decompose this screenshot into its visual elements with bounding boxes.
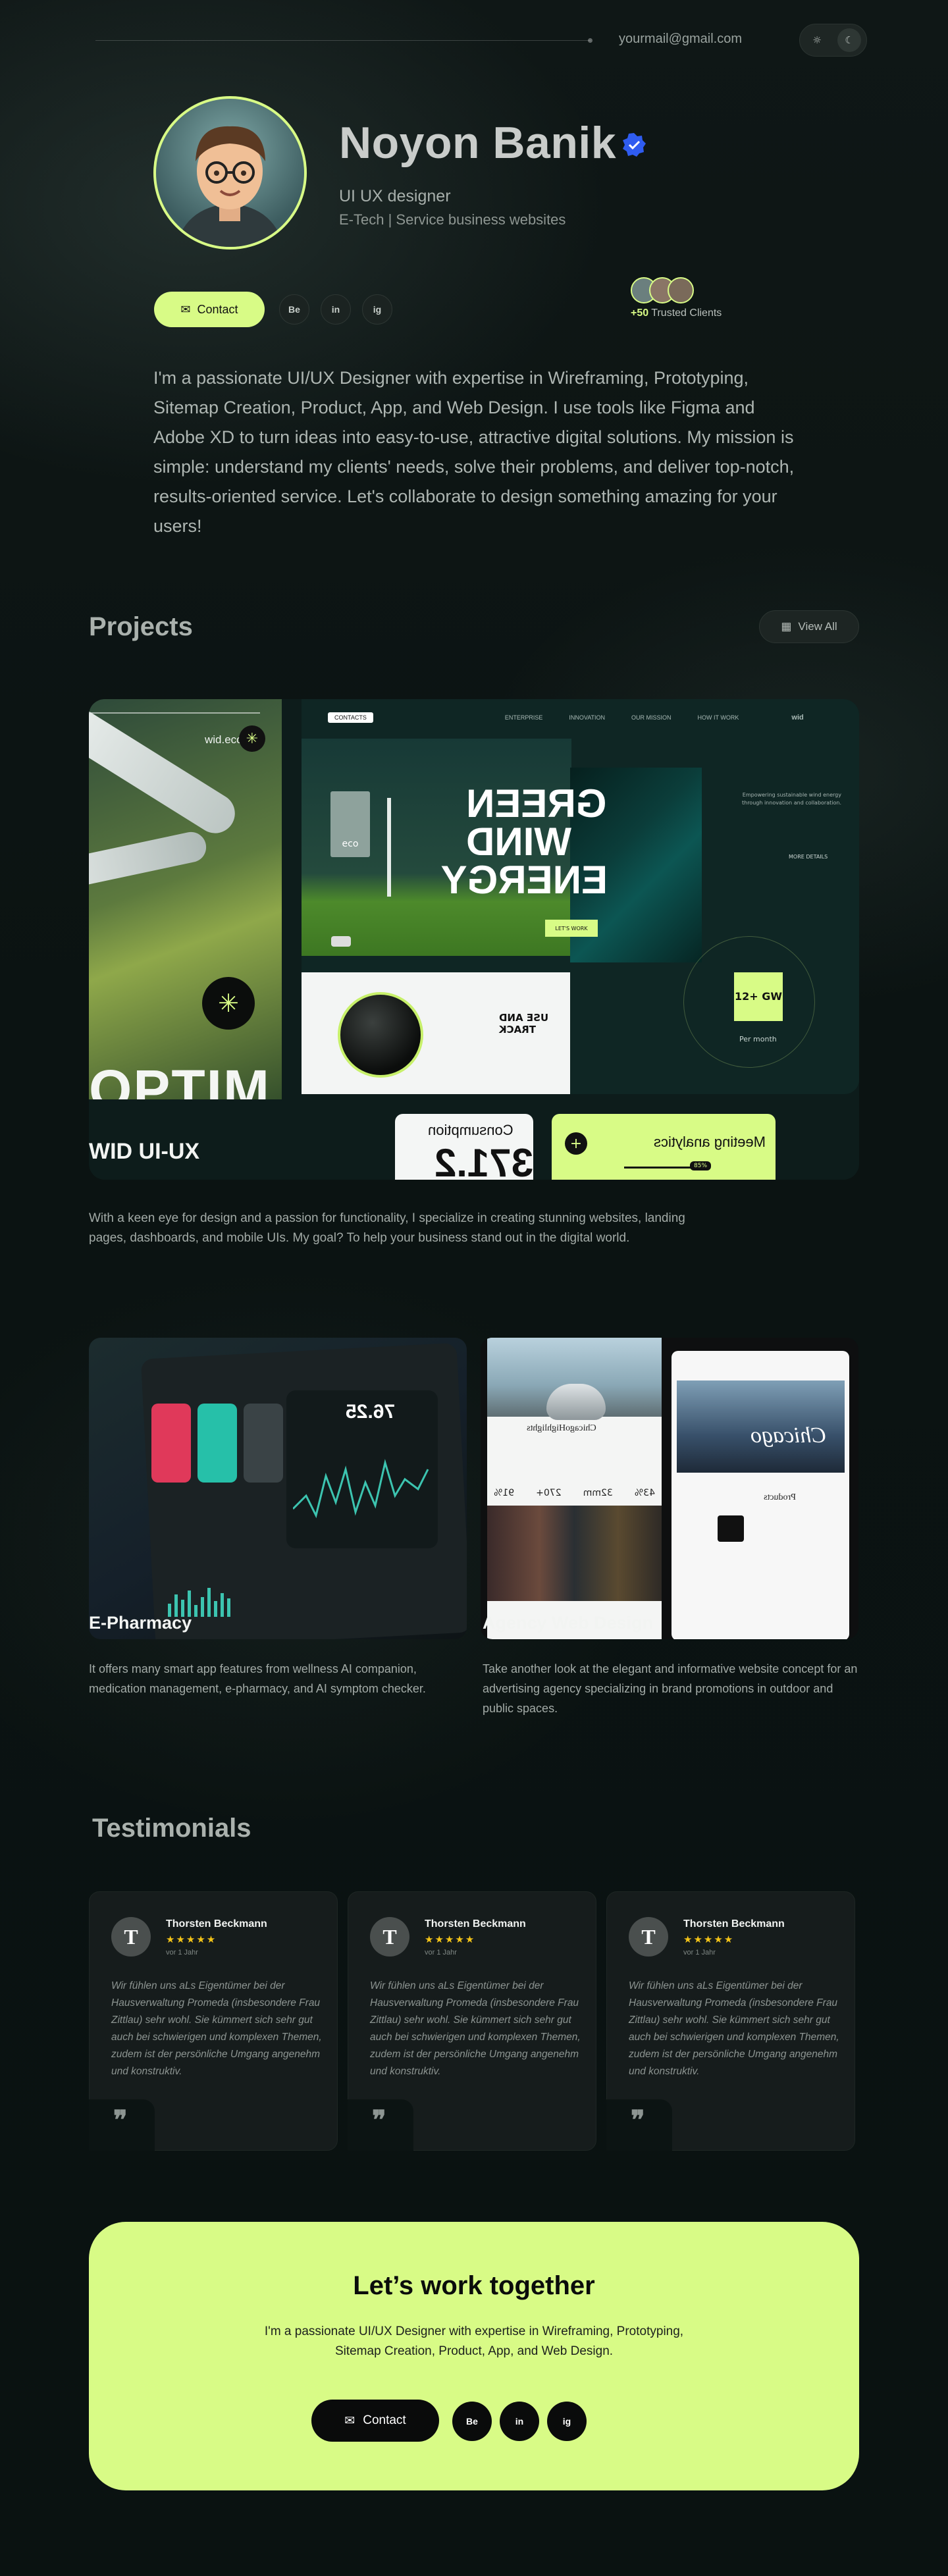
review-text: Wir fühlen uns aLs Eigentümer bei der Ha… xyxy=(629,1980,839,2077)
wid-logo-icon: ✳ xyxy=(239,725,265,752)
grid-icon: ▦ xyxy=(781,620,792,633)
project-description-e-pharmacy: It offers many smart app features from w… xyxy=(89,1662,426,1695)
sun-icon[interactable]: ☼ xyxy=(805,28,829,52)
project-card-agency[interactable]: ChicagoHighlights 43% 32mm 270+ 91% Chic… xyxy=(481,1338,858,1639)
cta-behance-link[interactable]: Be xyxy=(452,2402,492,2441)
reviewer-avatar: T xyxy=(370,1917,409,1957)
cta-description: I'm a passionate UI/UX Designer with exp… xyxy=(264,2325,684,2358)
linkedin-link[interactable]: in xyxy=(321,294,351,325)
wid-mobile-mock: wid.eco ✳ ✳ OPTIM xyxy=(89,699,282,1099)
view-all-button[interactable]: ▦ View All xyxy=(759,610,859,643)
profile-bio: I'm a passionate UI/UX Designer with exp… xyxy=(153,368,795,536)
behance-icon: Be xyxy=(288,304,300,315)
quote-icon: ❞ xyxy=(631,2105,645,2135)
meeting-analytics-widget: + Meeting analytics 85% xyxy=(552,1114,776,1180)
contact-button[interactable]: ✉ Contact xyxy=(154,292,265,327)
wid-headline: GREEN WIND ENERGY xyxy=(440,781,608,902)
featured-project-description: With a keen eye for design and a passion… xyxy=(89,1211,685,1245)
review-date: vor 1 Jahr xyxy=(683,1949,716,1957)
projects-title: Projects xyxy=(89,612,193,641)
linkedin-icon: in xyxy=(331,304,340,315)
wid-cta: LET'S WORK xyxy=(545,920,598,937)
cta-contact-label: Contact xyxy=(363,2413,406,2427)
cta-contact-button[interactable]: ✉ Contact xyxy=(311,2400,439,2442)
quote-icon: ❞ xyxy=(372,2105,386,2135)
project-description-agency: Take another look at the elegant and inf… xyxy=(483,1662,858,1715)
reviewer-name: Thorsten Beckmann xyxy=(683,1918,785,1930)
project-title-agency: Agency Web Design xyxy=(483,1613,654,1633)
spinner-icon: ✳ xyxy=(202,977,255,1030)
profile-name: Noyon Banik xyxy=(339,118,617,168)
cta-section: Let’s work together I'm a passionate UI/… xyxy=(89,2222,859,2490)
testimonial-card: T Thorsten Beckmann ★★★★★ vor 1 Jahr Wir… xyxy=(348,1891,596,2151)
star-rating-icon: ★★★★★ xyxy=(166,1933,217,1945)
wid-stat: 12+ GW xyxy=(734,972,783,1021)
review-text: Wir fühlen uns aLs Eigentümer bei der Ha… xyxy=(111,1980,322,2077)
theme-toggle[interactable]: ☼ ☾ xyxy=(799,24,867,57)
instagram-link[interactable]: ig xyxy=(362,294,392,325)
pharmacy-mock-value: 76.25 xyxy=(346,1401,396,1423)
consumption-widget: Consumption 371.2 k xyxy=(395,1114,533,1180)
linkedin-icon: in xyxy=(515,2416,524,2427)
header-divider xyxy=(95,40,591,41)
testimonial-card: T Thorsten Beckmann ★★★★★ vor 1 Jahr Wir… xyxy=(89,1891,338,2151)
project-title-e-pharmacy: E-Pharmacy xyxy=(89,1613,192,1633)
review-date: vor 1 Jahr xyxy=(166,1949,198,1957)
wid-mock-nav: CONTACTS ENTERPRISE INNOVATION OUR MISSI… xyxy=(328,711,846,724)
client-avatar xyxy=(668,277,694,303)
cta-title: Let’s work together xyxy=(353,2271,595,2300)
testimonials-title: Testimonials xyxy=(92,1814,251,1843)
moon-icon[interactable]: ☾ xyxy=(837,28,861,52)
profile-subrole: E-Tech | Service business websites xyxy=(339,211,566,228)
behance-link[interactable]: Be xyxy=(279,294,309,325)
reviewer-avatar: T xyxy=(111,1917,151,1957)
featured-project-title: WID UI-UX xyxy=(89,1139,200,1164)
review-text: Wir fühlen uns aLs Eigentümer bei der Ha… xyxy=(370,1980,581,2077)
header-divider-dot xyxy=(588,38,592,43)
reviewer-name: Thorsten Beckmann xyxy=(166,1918,267,1930)
wid-desktop-mock: CONTACTS ENTERPRISE INNOVATION OUR MISSI… xyxy=(302,699,859,1094)
wid-brand: wid.eco xyxy=(205,733,243,746)
featured-project-card[interactable]: wid.eco ✳ ✳ OPTIM CONTACTS ENTERPRISE IN… xyxy=(89,699,859,1180)
agency-mock-city: Chicago xyxy=(750,1423,827,1448)
avatar xyxy=(153,96,307,250)
quote-icon: ❞ xyxy=(113,2105,128,2135)
instagram-icon: ig xyxy=(562,2416,571,2427)
plus-icon: + xyxy=(565,1132,587,1155)
cta-instagram-link[interactable]: ig xyxy=(547,2402,587,2441)
behance-icon: Be xyxy=(466,2416,478,2427)
project-card-e-pharmacy[interactable]: 76.25 xyxy=(89,1338,467,1639)
reviewer-avatar: T xyxy=(629,1917,668,1957)
verified-badge-icon xyxy=(623,133,646,157)
contact-button-label: Contact xyxy=(197,302,238,316)
star-rating-icon: ★★★★★ xyxy=(683,1933,735,1945)
instagram-icon: ig xyxy=(373,304,382,315)
profile-role: UI UX designer xyxy=(339,187,451,205)
review-date: vor 1 Jahr xyxy=(425,1949,457,1957)
email-link[interactable]: yourmail@gmail.com xyxy=(619,32,742,47)
cta-linkedin-link[interactable]: in xyxy=(500,2402,539,2441)
view-all-label: View All xyxy=(798,620,837,633)
reviewer-name: Thorsten Beckmann xyxy=(425,1918,526,1930)
wid-optim-text: OPTIM xyxy=(89,1059,271,1099)
trusted-clients: +50 Trusted Clients xyxy=(631,277,722,319)
trusted-clients-label: +50 Trusted Clients xyxy=(631,307,722,319)
mail-icon: ✉ xyxy=(344,2413,356,2428)
mail-icon: ✉ xyxy=(180,302,191,316)
star-rating-icon: ★★★★★ xyxy=(425,1933,476,1945)
testimonial-card: T Thorsten Beckmann ★★★★★ vor 1 Jahr Wir… xyxy=(606,1891,855,2151)
